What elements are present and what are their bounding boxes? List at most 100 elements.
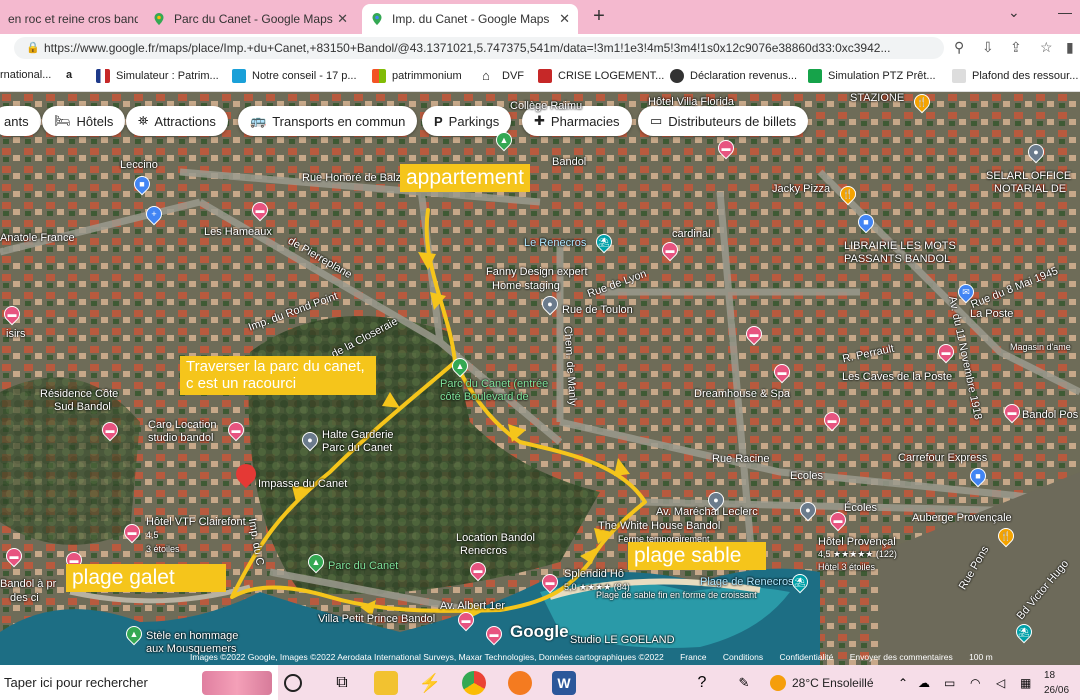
tab-bar: en roc et reine cros bando... ✕ Parc du … <box>0 0 1080 34</box>
chip-transports[interactable]: 🚌 Transports en commun <box>238 106 418 136</box>
app-icon[interactable]: ⚡ <box>418 671 442 695</box>
close-icon[interactable]: ✕ <box>559 11 570 27</box>
word-icon[interactable]: W <box>552 671 576 695</box>
star-icon[interactable]: ☆ <box>1040 39 1053 56</box>
tab-imp-canet[interactable]: Imp. du Canet - Google Maps ✕ <box>362 4 578 34</box>
map-label-selarl: SELARL OFFICE <box>986 170 1072 182</box>
share-icon[interactable]: ⇪ <box>1010 39 1022 56</box>
chip-attractions[interactable]: ⛯ Attractions <box>126 106 228 136</box>
site-logo-icon <box>808 69 822 83</box>
chip-restaurants[interactable]: ants <box>0 106 41 136</box>
menu-icon[interactable]: ▮ <box>1066 39 1074 56</box>
chrome-icon[interactable] <box>462 671 486 695</box>
avast-icon[interactable] <box>508 671 532 695</box>
bookmark-plafond[interactable]: Plafond des ressour... <box>952 69 1078 83</box>
bookmark-simulateur[interactable]: Simulateur : Patrim... <box>96 69 219 83</box>
url-field[interactable]: 🔒 https://www.google.fr/maps/place/Imp.+… <box>14 37 944 59</box>
install-icon[interactable]: ⇩ <box>982 39 994 56</box>
map-label-white-house: The White House Bandol <box>598 520 721 532</box>
map-label-des-ci: des ci <box>10 592 39 604</box>
attraction-icon: ⛯ <box>138 113 149 128</box>
flag-icon <box>96 69 110 83</box>
windows-logo-icon <box>372 69 386 83</box>
bookmark-notre-conseil[interactable]: Notre conseil - 17 p... <box>232 69 357 83</box>
address-bar: 🔒 https://www.google.fr/maps/place/Imp.+… <box>0 34 1080 62</box>
chip-distributeurs[interactable]: ▭ Distributeurs de billets <box>638 106 809 136</box>
satellite-map[interactable]: ants 🛏 Hôtels ⛯ Attractions 🚌 Transports en… <box>0 92 1080 665</box>
chip-parkings[interactable]: P Parkings <box>422 106 512 136</box>
maps-pin-icon <box>152 12 166 26</box>
language-icon[interactable]: ▦ <box>1020 671 1044 695</box>
map-label-isirs: isirs <box>6 328 26 340</box>
close-icon[interactable]: ✕ <box>337 11 348 27</box>
scale-bar[interactable]: 100 m <box>969 652 993 662</box>
map-label-impasse: Impasse du Canet <box>258 478 348 490</box>
cloud-icon[interactable]: ☁ <box>918 671 942 695</box>
map-label-stazione: STAZIONE <box>850 92 905 104</box>
region-link[interactable]: France <box>680 652 706 662</box>
map-label-caro: Caro Location <box>148 419 217 431</box>
bookmark-crise-logement[interactable]: CRISE LOGEMENT... <box>538 69 664 83</box>
bookmark-international[interactable]: rnational... <box>0 69 51 81</box>
terms-link[interactable]: Conditions <box>723 652 763 662</box>
bookmark-patrimmonium[interactable]: patrimmonium <box>372 69 462 83</box>
map-label-librairie: LIBRAIRIE LES MOTS <box>844 240 956 252</box>
cortana-icon[interactable] <box>284 674 302 692</box>
map-label-albert: Av. Albert 1er <box>440 600 506 612</box>
bookmark-ptz[interactable]: Simulation PTZ Prêt... <box>808 69 936 83</box>
tab-title: en roc et reine cros bando... <box>8 12 138 26</box>
sun-icon <box>770 674 786 691</box>
bus-icon: 🚌 <box>250 113 267 128</box>
tab-parc-canet[interactable]: Parc du Canet - Google Maps ✕ <box>144 4 356 34</box>
map-label-villa: Villa Petit Prince Bandol <box>318 613 436 625</box>
chip-hotels[interactable]: 🛏 Hôtels <box>42 106 126 136</box>
map-attribution: Images ©2022 Google, Images ©2022 Aeroda… <box>190 652 993 662</box>
location-icon[interactable]: ⚲ <box>954 39 964 56</box>
map-label-cardinal: cardinal <box>672 228 711 240</box>
map-label-rue-honore: Rue Honoré de Balz <box>302 172 402 184</box>
map-label-residence: Résidence Côte <box>40 388 119 400</box>
task-view-icon[interactable]: ⧉ <box>330 671 354 695</box>
feedback-link[interactable]: Envoyer des commentaires <box>850 652 953 662</box>
tab-title: Imp. du Canet - Google Maps <box>392 12 550 26</box>
map-label-vtf-rating: 4,5 <box>146 530 159 540</box>
map-label-vtf-stars: 3 étoiles <box>146 544 180 554</box>
note-traverser-parc: Traverser la parc du canet, c est un rac… <box>180 356 376 395</box>
new-tab-button[interactable]: + <box>588 6 610 28</box>
battery-icon[interactable]: ▭ <box>944 671 968 695</box>
weather-widget[interactable]: 28°C Ensoleillé <box>770 665 874 700</box>
map-label-parc-entree2: côté Boulevard de <box>440 391 529 403</box>
bookmark-declaration[interactable]: Déclaration revenus... <box>670 69 797 83</box>
pen-icon[interactable]: ✎ <box>732 671 756 695</box>
network-icon[interactable]: ◠ <box>970 671 994 695</box>
map-label-fanny: Fanny Design expert <box>486 266 588 278</box>
help-icon[interactable]: ? <box>690 671 714 695</box>
privacy-link[interactable]: Confidentialité <box>779 652 833 662</box>
tab-roc-reine[interactable]: en roc et reine cros bando... ✕ <box>0 4 138 34</box>
house-icon: ⌂ <box>482 68 490 83</box>
tab-search-icon[interactable]: ⌄ <box>1008 4 1020 21</box>
map-label-dreamhouse: Dreamhouse & Spa <box>694 388 790 400</box>
map-label-goeland: Studio LE GOELAND <box>570 634 675 646</box>
map-label-hotel-vtf: Hôtel VTF Clairefont <box>146 516 246 528</box>
minimize-icon[interactable]: — <box>1058 4 1072 20</box>
map-label-provencal-rating: 4,5 ★★★★★ (122) <box>818 549 897 559</box>
system-clock[interactable]: 18 26/06 <box>1044 668 1069 698</box>
map-label-caro2: studio bandol <box>148 432 214 444</box>
map-label-halte2: Parc du Canet <box>322 442 393 454</box>
bookmark-dvf[interactable]: ⌂ DVF <box>482 69 524 83</box>
map-label-college: Collège Raimu <box>510 100 583 112</box>
map-label-rue-toulon: Rue de Toulon <box>562 304 633 316</box>
parking-icon: P <box>434 113 443 129</box>
map-label-librairie2: PASSANTS BANDOL <box>844 253 951 265</box>
bookmark-amazon[interactable]: a <box>66 69 72 81</box>
site-logo-icon <box>952 69 966 83</box>
volume-icon[interactable]: ◁ <box>996 671 1020 695</box>
map-label-splendid: Splendid Hô <box>564 568 624 580</box>
file-explorer-icon[interactable] <box>374 671 398 695</box>
map-label-selarl2: NOTARIAL DE <box>994 183 1067 195</box>
map-label-bandol: Bandol <box>552 156 587 168</box>
tab-title: Parc du Canet - Google Maps <box>174 12 333 26</box>
map-label-les-hameaux: Les Hameaux <box>204 226 272 238</box>
map-label-fanny2: Home staging <box>492 280 560 292</box>
